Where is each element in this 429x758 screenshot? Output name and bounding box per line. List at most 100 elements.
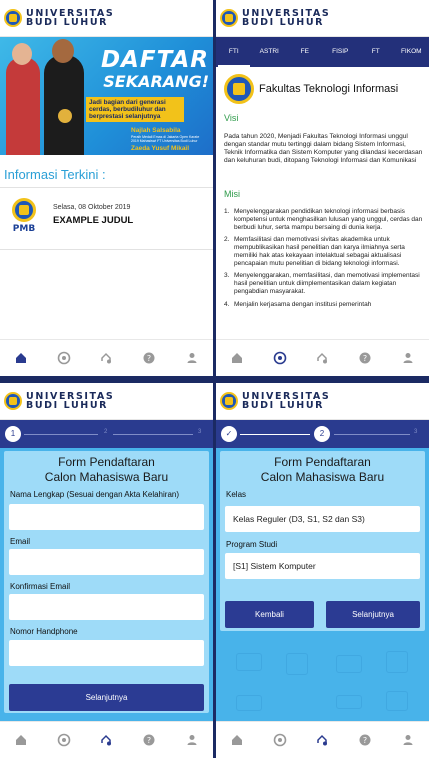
bottom-nav: ? xyxy=(216,721,429,758)
brand-name: UNIVERSITAS BUDI LUHUR xyxy=(242,9,330,28)
step-1-indicator: 1 xyxy=(5,426,21,442)
misi-list: 1. Menyelenggarakan pendidikan teknologi … xyxy=(224,208,424,313)
confirm-email-input[interactable] xyxy=(9,594,204,620)
confirm-email-label: Konfirmasi Email xyxy=(10,582,71,591)
form-title: Form Pendaftaran Calon Mahasiswa Baru xyxy=(260,455,385,484)
banner-headline-2: SEKARANG! xyxy=(103,72,209,91)
person-icon[interactable] xyxy=(185,733,199,747)
brand-line2: BUDI LUHUR xyxy=(242,400,325,411)
form-stepper: 1 2 3 xyxy=(0,420,213,448)
list-item: 4. Menjalin kerjasama dengan institusi pe… xyxy=(224,300,372,308)
brand-name: UNIVERSITAS BUDI LUHUR xyxy=(26,9,114,28)
check-icon: ✓ xyxy=(221,426,237,442)
news-date: Selasa, 08 Oktober 2019 xyxy=(53,204,131,211)
home-icon[interactable] xyxy=(230,733,244,747)
svg-text:?: ? xyxy=(147,354,151,363)
university-logo xyxy=(220,9,238,27)
person-icon[interactable] xyxy=(401,733,415,747)
faculty-logo xyxy=(224,74,254,104)
svg-text:?: ? xyxy=(363,736,367,745)
banner-tagline: Jadi bagian dari generasi cerdas, berbud… xyxy=(86,97,184,122)
student-photo-2 xyxy=(44,55,84,155)
brand-line2: BUDI LUHUR xyxy=(26,17,109,28)
help-icon[interactable]: ? xyxy=(142,351,156,365)
medal-icon xyxy=(58,109,72,123)
screens-grid: UNIVERSITAS BUDI LUHUR DAFTAR SEKARANG! … xyxy=(0,0,429,758)
app-bar: UNIVERSITAS BUDI LUHUR xyxy=(0,0,213,37)
email-input[interactable] xyxy=(9,549,204,575)
sync-icon[interactable] xyxy=(315,733,329,747)
form-step2-screen: UNIVERSITAS BUDI LUHUR ✓ 2 3 Form Pendaf… xyxy=(216,383,429,758)
tab-ft[interactable]: FT xyxy=(358,37,394,67)
visi-text: Pada tahun 2020, Menjadi Fakultas Teknol… xyxy=(224,133,423,165)
kelas-select[interactable]: Kelas Reguler (D3, S1, S2 dan S3) xyxy=(225,506,420,532)
university-logo xyxy=(220,392,238,410)
news-title: EXAMPLE JUDUL xyxy=(53,215,134,226)
sync-icon[interactable] xyxy=(315,351,329,365)
phone-input[interactable] xyxy=(9,640,204,666)
tab-astri[interactable]: ASTRI xyxy=(252,37,288,67)
prodi-select[interactable]: [S1] Sistem Komputer xyxy=(225,553,420,579)
misi-heading: Misi xyxy=(224,189,240,199)
faculty-tabs: FTI ASTRI FE FISIP FT FIKOM xyxy=(216,37,429,67)
chrome-icon[interactable] xyxy=(273,733,287,747)
tab-fikom[interactable]: FIKOM xyxy=(394,37,429,67)
university-logo xyxy=(4,9,22,27)
help-icon[interactable]: ? xyxy=(142,733,156,747)
faculty-header: Fakultas Teknologi Informasi xyxy=(224,74,398,104)
home-icon[interactable] xyxy=(230,351,244,365)
banner-person1-name: Najlah Salsabila xyxy=(131,127,181,134)
banner-person1-desc: Peraih Medali Emas di Jakarta Open Karat… xyxy=(131,135,200,143)
student-photo-1 xyxy=(6,57,40,155)
step-2-indicator: 2 xyxy=(314,426,330,442)
brand-name: UNIVERSITAS BUDI LUHUR xyxy=(26,392,114,411)
home-icon[interactable] xyxy=(14,351,28,365)
step-3-indicator: 3 xyxy=(198,429,202,435)
banner-person2-name: Zaeda Yusuf Mikail xyxy=(131,145,190,152)
step-2-indicator: 2 xyxy=(104,429,108,435)
next-button[interactable]: Selanjutnya xyxy=(9,684,204,711)
home-icon[interactable] xyxy=(14,733,28,747)
news-item[interactable]: PMB Selasa, 08 Oktober 2019 EXAMPLE JUDU… xyxy=(0,188,213,250)
full-name-input[interactable] xyxy=(9,504,204,530)
prodi-label: Program Studi xyxy=(226,540,278,549)
list-item: 1. Menyelenggarakan pendidikan teknologi … xyxy=(224,208,423,231)
chrome-icon[interactable] xyxy=(57,351,71,365)
list-item: 2. Memfasilitasi dan memotivasi sivitas a… xyxy=(224,236,405,267)
help-icon[interactable]: ? xyxy=(358,351,372,365)
brand-name: UNIVERSITAS BUDI LUHUR xyxy=(242,392,330,411)
brand-line2: BUDI LUHUR xyxy=(242,17,325,28)
sync-icon[interactable] xyxy=(99,733,113,747)
promo-banner[interactable]: DAFTAR SEKARANG! Jadi bagian dari genera… xyxy=(0,37,213,155)
app-bar: UNIVERSITAS BUDI LUHUR xyxy=(216,0,429,37)
sync-icon[interactable] xyxy=(99,351,113,365)
svg-text:?: ? xyxy=(147,736,151,745)
bottom-nav: ? xyxy=(0,721,213,758)
bottom-nav: ? xyxy=(0,339,213,376)
person-icon[interactable] xyxy=(185,351,199,365)
back-button[interactable]: Kembali xyxy=(225,601,314,628)
pmb-logo-text: PMB xyxy=(12,224,36,234)
chrome-icon[interactable] xyxy=(57,733,71,747)
university-logo xyxy=(4,392,22,410)
list-item: 3. Menyelenggarakan, memfasilitasi, dan m… xyxy=(224,272,420,296)
form-title: Form Pendaftaran Calon Mahasiswa Baru xyxy=(44,455,169,484)
faculty-screen: UNIVERSITAS BUDI LUHUR FTI ASTRI FE FISI… xyxy=(216,0,429,376)
section-title: Informasi Terkini : xyxy=(4,167,106,182)
kelas-label: Kelas xyxy=(226,490,247,499)
email-label: Email xyxy=(10,537,31,546)
tab-fti[interactable]: FTI xyxy=(216,37,252,67)
next-button[interactable]: Selanjutnya xyxy=(326,601,420,628)
form-stepper: ✓ 2 3 xyxy=(216,420,429,448)
banner-headline-1: DAFTAR xyxy=(100,47,209,73)
app-bar: UNIVERSITAS BUDI LUHUR xyxy=(0,383,213,420)
phone-label: Nomor Handphone xyxy=(10,627,78,636)
tab-fisip[interactable]: FISIP xyxy=(323,37,359,67)
chrome-icon[interactable] xyxy=(273,351,287,365)
help-icon[interactable]: ? xyxy=(358,733,372,747)
tab-fe[interactable]: FE xyxy=(287,37,323,67)
person-icon[interactable] xyxy=(401,351,415,365)
full-name-label: Nama Lengkap (Sesuai dengan Akta Kelahir… xyxy=(10,490,179,499)
form-step1-screen: UNIVERSITAS BUDI LUHUR 1 2 3 Form Pendaf… xyxy=(0,383,213,758)
pmb-logo: PMB xyxy=(10,198,38,240)
